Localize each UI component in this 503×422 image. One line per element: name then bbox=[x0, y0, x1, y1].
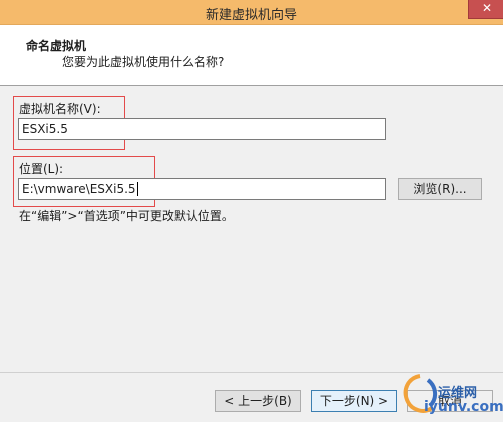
location-value: E:\vmware\ESXi5.5 bbox=[22, 182, 136, 196]
vm-name-value: ESXi5.5 bbox=[22, 122, 68, 136]
text-caret bbox=[136, 182, 138, 196]
browse-button[interactable]: 浏览(R)... bbox=[398, 178, 482, 200]
close-icon: ✕ bbox=[481, 1, 493, 15]
location-label: 位置(L): bbox=[19, 162, 64, 176]
window-title: 新建虚拟机向导 bbox=[205, 8, 297, 23]
wizard-header: 命名虚拟机 您要为此虚拟机使用什么名称? bbox=[0, 25, 503, 86]
page-title: 命名虚拟机 bbox=[26, 39, 87, 53]
default-location-hint: 在“编辑”>“首选项”中可更改默认位置。 bbox=[19, 209, 234, 223]
watermark: 运维网 iyunv.com bbox=[398, 372, 503, 422]
back-button[interactable]: < 上一步(B) bbox=[215, 390, 301, 412]
title-bar: 新建虚拟机向导 ✕ bbox=[0, 0, 503, 25]
vm-name-label: 虚拟机名称(V): bbox=[19, 102, 101, 116]
next-button[interactable]: 下一步(N) > bbox=[311, 390, 397, 412]
close-button[interactable]: ✕ bbox=[468, 0, 503, 19]
vm-name-field[interactable]: ESXi5.5 bbox=[18, 118, 386, 140]
watermark-line2: iyunv.com bbox=[424, 399, 503, 415]
location-field[interactable]: E:\vmware\ESXi5.5 bbox=[18, 178, 386, 200]
page-subtitle: 您要为此虚拟机使用什么名称? bbox=[62, 55, 225, 69]
